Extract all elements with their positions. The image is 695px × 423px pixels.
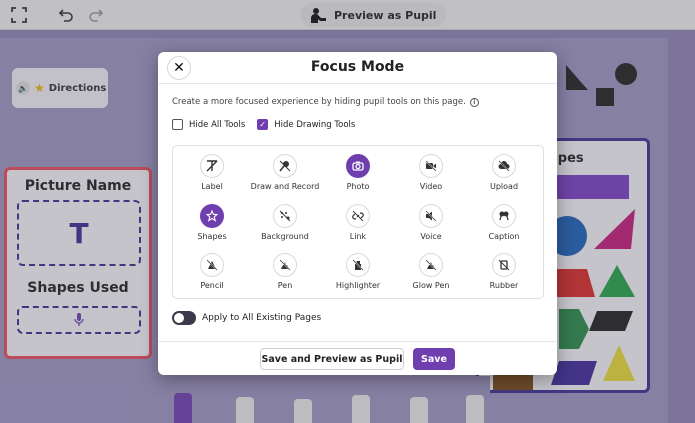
upload-off-icon — [492, 154, 516, 178]
save-button[interactable]: Save — [413, 348, 455, 370]
tool-pen[interactable]: Pen — [248, 253, 322, 293]
checkbox-label: Hide All Tools — [189, 119, 246, 130]
dialog-footer: Save and Preview as Pupil Save — [158, 341, 557, 375]
camera-icon — [346, 154, 370, 178]
voice-off-icon — [419, 204, 443, 228]
tool-label-text: Label — [201, 182, 223, 191]
tool-pencil[interactable]: Pencil — [175, 253, 249, 293]
description-text: Create a more focused experience by hidi… — [172, 97, 466, 107]
caption-off-icon — [492, 204, 516, 228]
info-icon[interactable]: i — [469, 97, 479, 107]
apply-all-pages-toggle[interactable] — [172, 311, 196, 325]
tool-label-text: Highlighter — [335, 281, 381, 290]
tool-label-text: Voice — [420, 232, 442, 241]
rubber-off-icon — [492, 253, 516, 277]
save-and-preview-button[interactable]: Save and Preview as Pupil — [260, 348, 404, 370]
glow-pen-off-icon — [419, 253, 443, 277]
tool-label-text: Photo — [346, 182, 370, 191]
tool-video[interactable]: Video — [394, 154, 468, 194]
tool-voice[interactable]: Voice — [394, 204, 468, 244]
tool-label-text: Draw and Record — [250, 182, 320, 191]
tool-label-text: Rubber — [489, 281, 519, 290]
tool-label-text: Video — [419, 182, 443, 191]
dialog-description: Create a more focused experience by hidi… — [172, 97, 479, 107]
tool-label[interactable]: Label — [175, 154, 249, 194]
label-icon — [200, 154, 224, 178]
shapes-icon — [200, 204, 224, 228]
hide-drawing-tools-checkbox[interactable]: ✓ Hide Drawing Tools — [257, 119, 355, 130]
hide-all-tools-checkbox[interactable]: Hide All Tools — [172, 119, 245, 130]
apply-all-pages-row: Apply to All Existing Pages — [172, 311, 321, 325]
draw-record-icon — [273, 154, 297, 178]
tool-draw-and-record[interactable]: Draw and Record — [248, 154, 322, 194]
tool-label-text: Glow Pen — [412, 281, 450, 290]
tool-shapes[interactable]: Shapes — [175, 204, 249, 244]
highlighter-off-icon — [346, 253, 370, 277]
video-off-icon — [419, 154, 443, 178]
apply-all-pages-label: Apply to All Existing Pages — [202, 313, 322, 323]
tool-label-text: Upload — [489, 182, 519, 191]
tool-rubber[interactable]: Rubber — [467, 253, 541, 293]
tool-label-text: Pencil — [200, 281, 224, 290]
focus-mode-dialog: ✕ Focus Mode Create a more focused exper… — [158, 52, 557, 375]
toggle-knob — [174, 313, 184, 323]
tool-upload[interactable]: Upload — [467, 154, 541, 194]
dialog-title: Focus Mode — [310, 59, 405, 75]
pen-off-icon — [273, 253, 297, 277]
hide-options: Hide All Tools ✓ Hide Drawing Tools — [172, 119, 355, 130]
tool-label-text: Background — [261, 232, 309, 241]
tool-link[interactable]: Link — [321, 204, 395, 244]
tool-background[interactable]: Background — [248, 204, 322, 244]
tool-label-text: Caption — [488, 232, 520, 241]
dialog-header: ✕ Focus Mode — [158, 52, 557, 84]
tool-highlighter[interactable]: Highlighter — [321, 253, 395, 293]
tool-label-text: Shapes — [197, 232, 227, 241]
tool-label-text: Pen — [277, 281, 293, 290]
checkbox-box-checked[interactable]: ✓ — [257, 119, 269, 130]
tool-glow-pen[interactable]: Glow Pen — [394, 253, 468, 293]
tool-photo[interactable]: Photo — [321, 154, 395, 194]
checkbox-box[interactable] — [172, 119, 183, 130]
checkbox-label: Hide Drawing Tools — [274, 119, 356, 130]
tool-caption[interactable]: Caption — [467, 204, 541, 244]
link-off-icon — [346, 204, 370, 228]
background-off-icon — [273, 204, 297, 228]
pencil-off-icon — [200, 253, 224, 277]
tool-label-text: Link — [349, 232, 367, 241]
tools-grid: Label Draw and Record Photo Video Upload — [172, 145, 544, 299]
